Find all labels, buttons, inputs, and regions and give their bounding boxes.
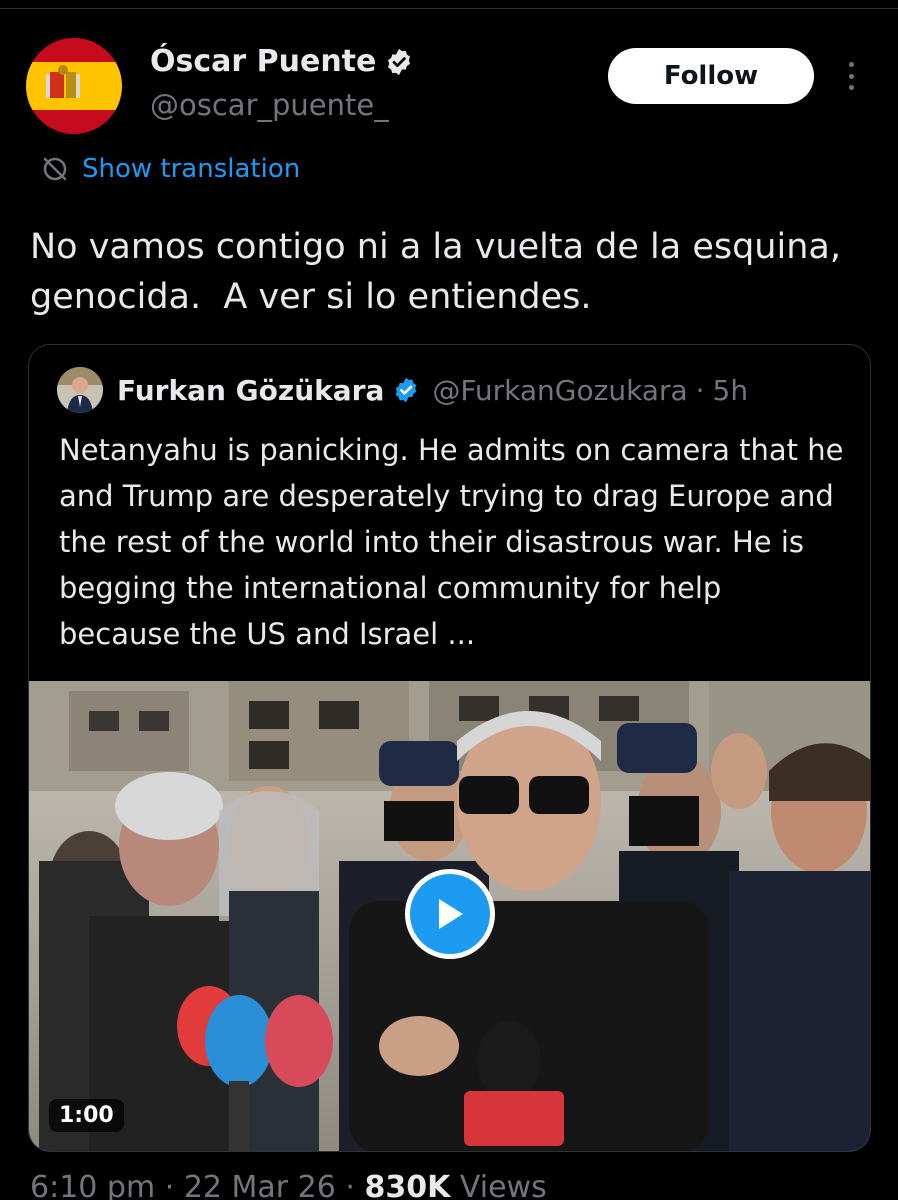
video-player[interactable]: 1:00 [29,681,870,1151]
follow-button[interactable]: Follow [608,48,814,104]
more-vertical-icon[interactable] [836,56,866,96]
quoted-separator: · [695,373,705,407]
spain-flag-avatar-icon [26,38,122,134]
play-icon [439,899,463,929]
top-divider [0,8,898,9]
author-handle[interactable]: @oscar_puente_ [150,88,389,122]
author-name-row[interactable]: Óscar Puente [150,44,414,79]
author-avatar[interactable] [26,38,122,134]
play-button[interactable] [405,869,495,959]
quoted-tweet-card[interactable]: Furkan Gözükara @FurkanGozukara · 5h Net… [28,344,871,1152]
tweet-time[interactable]: 6:10 pm [30,1170,155,1200]
quoted-timestamp[interactable]: 5h [713,374,749,407]
tweet-date[interactable]: 22 Mar 26 [184,1170,336,1200]
meta-separator: · [345,1170,355,1200]
quoted-author-name[interactable]: Furkan Gözükara [117,374,384,407]
quoted-author-avatar[interactable] [57,367,103,413]
views-count[interactable]: 830K [364,1170,450,1200]
tweet-meta: 6:10 pm · 22 Mar 26 · 830K Views [30,1170,547,1200]
quoted-tweet-header: Furkan Gözükara @FurkanGozukara · 5h [57,367,748,413]
meta-separator: · [164,1170,175,1200]
show-translation-label[interactable]: Show translation [82,154,300,184]
verified-badge-icon [388,48,411,75]
quoted-tweet-text: Netanyahu is panicking. He admits on cam… [59,433,844,651]
quoted-verified-badge-icon [396,377,417,403]
show-translation-link[interactable]: Show translation [40,154,300,184]
video-duration: 1:00 [49,1099,124,1132]
quoted-author-handle[interactable]: @FurkanGozukara [432,374,687,407]
tweet-text: No vamos contigo ni a la vuelta de la es… [30,227,853,317]
translate-icon [43,157,67,181]
quoted-author-avatar-icon [57,367,103,413]
author-name[interactable]: Óscar Puente [150,44,376,79]
views-label[interactable]: Views [460,1170,547,1200]
